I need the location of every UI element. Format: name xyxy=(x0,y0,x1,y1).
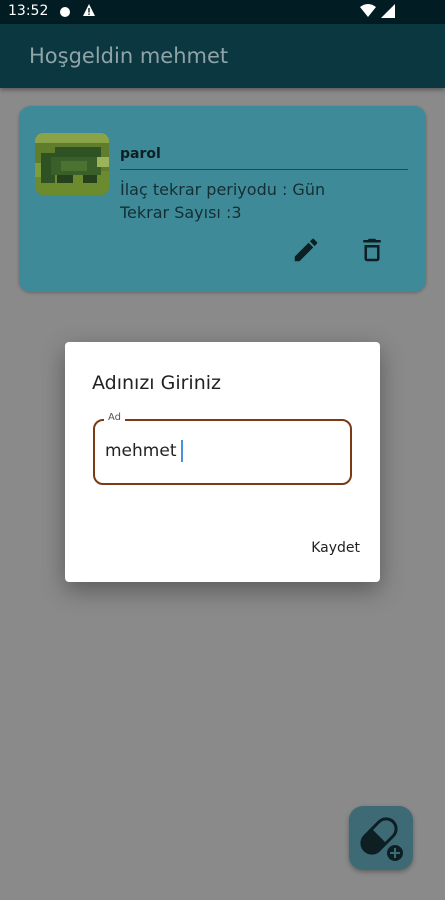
pill-add-icon xyxy=(360,817,403,861)
divider xyxy=(120,169,408,170)
edit-button[interactable] xyxy=(291,235,321,265)
app-bar: Hoşgeldin mehmet xyxy=(0,24,445,88)
wifi-icon xyxy=(360,4,376,22)
app-title: Hoşgeldin mehmet xyxy=(29,44,229,68)
pill-image xyxy=(35,133,109,195)
notification-dot-icon xyxy=(60,7,70,17)
signal-icon xyxy=(381,4,395,22)
delete-icon xyxy=(363,238,381,262)
medication-name: parol xyxy=(120,146,161,162)
delete-button[interactable] xyxy=(357,235,387,265)
dialog-title: Adınızı Giriniz xyxy=(92,372,222,394)
add-medication-fab[interactable] xyxy=(349,806,413,870)
repeat-period-text: İlaç tekrar periyodu : Gün xyxy=(120,180,326,199)
repeat-count-text: Tekrar Sayısı :3 xyxy=(120,203,242,222)
save-button[interactable]: Kaydet xyxy=(311,540,360,556)
warning-icon xyxy=(82,3,96,21)
name-input[interactable] xyxy=(105,437,335,465)
status-time: 13:52 xyxy=(8,3,49,19)
text-caret xyxy=(181,440,183,462)
edit-icon xyxy=(294,238,318,262)
status-bar: 13:52 xyxy=(0,0,445,24)
medication-card[interactable]: parol İlaç tekrar periyodu : Gün Tekrar … xyxy=(19,106,426,292)
name-field-label: Ad xyxy=(104,412,126,423)
name-dialog: Adınızı Giriniz Ad Kaydet xyxy=(65,342,380,582)
name-field[interactable]: Ad xyxy=(93,412,352,485)
